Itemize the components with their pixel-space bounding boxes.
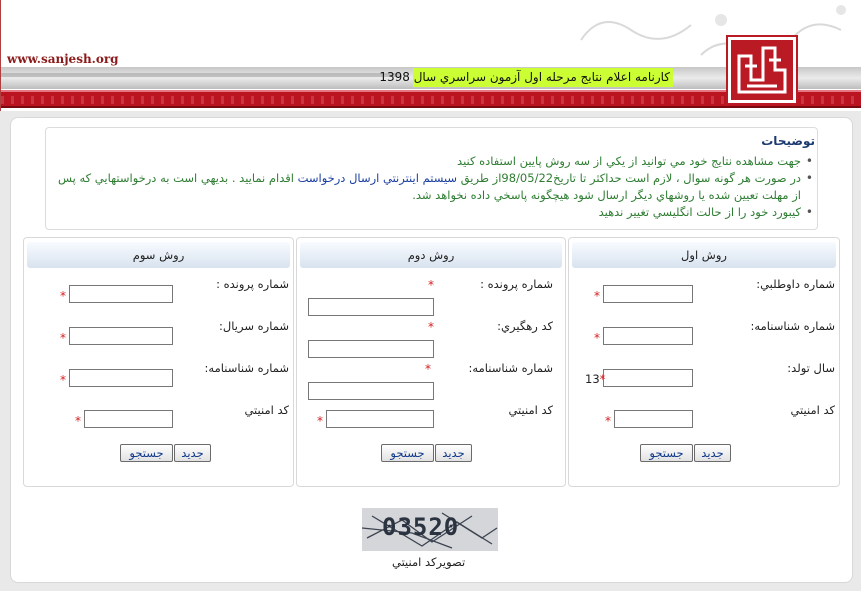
method2-title: روش دوم: [300, 242, 562, 268]
security-code-label: كد امنيتي: [244, 403, 289, 417]
file-number-input[interactable]: [69, 285, 173, 303]
national-id-label: شماره شناسنامه:: [468, 361, 553, 375]
site-url: www.sanjesh.org: [7, 52, 119, 66]
serial-number-label: شماره سريال:: [219, 319, 289, 333]
birth-year-label: سال تولد:: [787, 361, 835, 375]
voluntary-number-input[interactable]: [603, 285, 693, 303]
tracking-code-label: كد رهگيري:: [497, 319, 553, 333]
method3-panel: روش سوم شماره پرونده : * شماره سريال: * …: [23, 237, 294, 487]
security-code-label: كد امنيتي: [790, 403, 835, 417]
required-marker: *: [60, 373, 66, 387]
security-code-label: كد امنيتي: [508, 403, 553, 417]
required-marker: *: [75, 414, 81, 428]
required-marker: *: [594, 289, 600, 303]
file-number-label: شماره پرونده :: [216, 277, 289, 291]
page-header: www.sanjesh.org كارنامه اعلام نتايج مرحل…: [0, 0, 861, 111]
note-item: در صورت هر گونه سوال ، لازم است حداكثر ت…: [47, 170, 817, 204]
required-marker: *: [428, 278, 434, 292]
method1-title: روش اول: [572, 242, 836, 268]
birth-year-input[interactable]: [603, 369, 693, 387]
note-item: كيبورد خود را از حالت انگليسي تغيير ندهي…: [47, 204, 817, 221]
search-button[interactable]: جستجو: [381, 444, 434, 462]
file-number-input[interactable]: [308, 298, 434, 316]
required-marker: *: [605, 414, 611, 428]
method2-panel: روش دوم شماره پرونده : * كد رهگيري: * شم…: [296, 237, 566, 487]
captcha-caption: تصويركد امنيتي: [392, 555, 466, 569]
new-button[interactable]: جديد: [174, 444, 211, 462]
security-code-input[interactable]: [614, 410, 693, 428]
security-code-input[interactable]: [326, 410, 434, 428]
required-marker: *: [428, 320, 434, 334]
required-marker: *: [60, 331, 66, 345]
search-button[interactable]: جستجو: [640, 444, 693, 462]
national-id-label: شماره شناسنامه:: [204, 361, 289, 375]
method1-panel: روش اول شماره داوطلبي: * شماره شناسنامه:…: [568, 237, 840, 487]
captcha-code: 03520: [382, 513, 460, 541]
new-button[interactable]: جديد: [435, 444, 472, 462]
national-id-input[interactable]: [69, 369, 173, 387]
main-panel: توضيحات جهت مشاهده نتايج خود مي توانيد ا…: [10, 117, 853, 583]
serial-number-input[interactable]: [69, 327, 173, 345]
file-number-label: شماره پرونده :: [480, 277, 553, 291]
notes-list: جهت مشاهده نتايج خود مي توانيد از يكي از…: [47, 153, 817, 221]
notes-panel: توضيحات جهت مشاهده نتايج خود مي توانيد ا…: [45, 127, 818, 230]
national-id-input[interactable]: [603, 327, 693, 345]
method3-title: روش سوم: [27, 242, 290, 268]
voluntary-number-label: شماره داوطلبي:: [756, 277, 835, 291]
required-marker: *: [60, 289, 66, 303]
tracking-code-input[interactable]: [308, 340, 434, 358]
security-code-input[interactable]: [84, 410, 173, 428]
required-marker: *: [317, 414, 323, 428]
note-item: جهت مشاهده نتايج خود مي توانيد از يكي از…: [47, 153, 817, 170]
sanjesh-logo: [728, 37, 796, 103]
request-link[interactable]: سيستم اينترنتي ارسال درخواست: [298, 171, 457, 185]
search-button[interactable]: جستجو: [120, 444, 173, 462]
birth-year-prefix: *13: [585, 372, 606, 386]
required-marker: *: [425, 362, 431, 376]
required-marker: *: [594, 331, 600, 345]
notes-title: توضيحات: [761, 134, 815, 148]
national-id-label: شماره شناسنامه:: [750, 319, 835, 333]
national-id-input[interactable]: [308, 382, 434, 400]
captcha-image: 03520: [362, 508, 498, 551]
header-ornament: [461, 0, 861, 62]
page-title: كارنامه اعلام نتايج مرحله اول آزمون سراس…: [379, 68, 673, 87]
new-button[interactable]: جديد: [694, 444, 731, 462]
